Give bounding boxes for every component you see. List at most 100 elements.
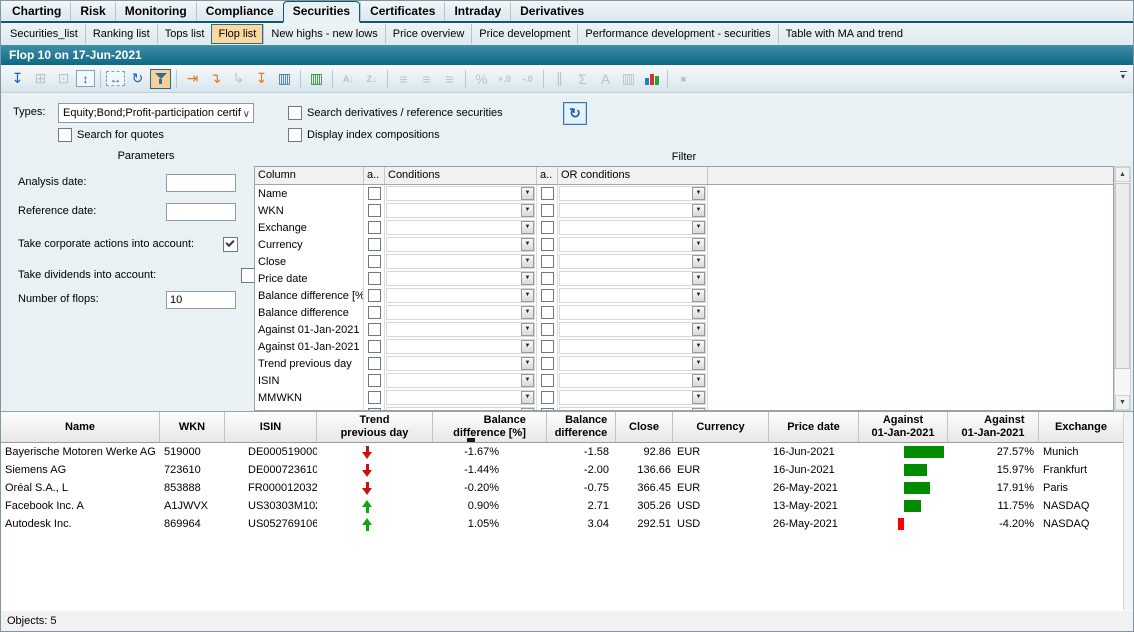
filter-or-checkbox[interactable] bbox=[541, 221, 554, 234]
filter-and-checkbox[interactable] bbox=[368, 323, 381, 336]
column-header-price-date[interactable]: Price date bbox=[769, 412, 859, 442]
filter-and-checkbox[interactable] bbox=[368, 306, 381, 319]
scrollbar-thumb[interactable] bbox=[1115, 183, 1130, 369]
chevron-down-icon[interactable]: ▼ bbox=[521, 357, 534, 370]
tab-charting[interactable]: Charting bbox=[3, 2, 70, 21]
filter-and-checkbox[interactable] bbox=[368, 204, 381, 217]
filter-or-condition-select[interactable]: ▼ bbox=[559, 373, 706, 388]
chevron-down-icon[interactable]: ▼ bbox=[521, 340, 534, 353]
chevron-down-icon[interactable]: ▼ bbox=[521, 289, 534, 302]
filter-or-checkbox[interactable] bbox=[541, 357, 554, 370]
toolbar-overflow-icon[interactable]: ▾ bbox=[1117, 71, 1129, 80]
fit-height-icon[interactable]: ↕ bbox=[76, 70, 95, 87]
chevron-down-icon[interactable]: ▼ bbox=[521, 221, 534, 234]
filter-or-condition-select[interactable]: ▼ bbox=[559, 339, 706, 354]
chevron-down-icon[interactable]: ▼ bbox=[692, 306, 705, 319]
filter-or-condition-select[interactable]: ▼ bbox=[559, 322, 706, 337]
filter-row-column-label[interactable]: WKN bbox=[255, 202, 364, 219]
subtab-flop-list[interactable]: Flop list bbox=[211, 24, 263, 44]
filter-icon[interactable] bbox=[150, 69, 171, 89]
reference-date-field[interactable] bbox=[166, 203, 236, 221]
chevron-down-icon[interactable]: ▼ bbox=[521, 238, 534, 251]
filter-and-checkbox[interactable] bbox=[368, 187, 381, 200]
chevron-down-icon[interactable]: ▼ bbox=[692, 221, 705, 234]
column-header-against-pct[interactable]: Against 01-Jan-2021 bbox=[948, 412, 1039, 442]
filter-condition-select[interactable]: ▼ bbox=[386, 186, 535, 201]
scroll-up-icon[interactable]: ▲ bbox=[1115, 167, 1130, 182]
filter-and-checkbox[interactable] bbox=[368, 289, 381, 302]
filter-condition-select[interactable]: ▼ bbox=[386, 220, 535, 235]
column-header-exchange[interactable]: Exchange bbox=[1039, 412, 1123, 442]
filter-row-column-label[interactable]: ISIN bbox=[255, 372, 364, 389]
filter-row-column-label[interactable]: Exchange bbox=[255, 219, 364, 236]
tab-certificates[interactable]: Certificates bbox=[360, 2, 444, 21]
filter-or-checkbox[interactable] bbox=[541, 374, 554, 387]
filter-condition-select[interactable]: ▼ bbox=[386, 339, 535, 354]
chart-icon[interactable] bbox=[641, 69, 662, 89]
chevron-down-icon[interactable]: ▼ bbox=[521, 255, 534, 268]
filter-scrollbar[interactable]: ▲ ▼ bbox=[1114, 166, 1131, 411]
filter-condition-select[interactable]: ▼ bbox=[386, 356, 535, 371]
filter-and-checkbox[interactable] bbox=[368, 340, 381, 353]
subtab-price-development[interactable]: Price development bbox=[471, 24, 577, 44]
filter-or-condition-select[interactable]: ▼ bbox=[559, 237, 706, 252]
chevron-down-icon[interactable]: ▼ bbox=[521, 204, 534, 217]
chevron-down-icon[interactable]: ▼ bbox=[692, 255, 705, 268]
subtab-price-overview[interactable]: Price overview bbox=[385, 24, 472, 44]
filter-or-checkbox[interactable] bbox=[541, 340, 554, 353]
column-header-close[interactable]: Close bbox=[616, 412, 673, 442]
analysis-date-field[interactable] bbox=[166, 174, 236, 192]
filter-condition-select[interactable]: ▼ bbox=[386, 237, 535, 252]
filter-or-condition-select[interactable]: ▼ bbox=[559, 356, 706, 371]
filter-or-checkbox[interactable] bbox=[541, 272, 554, 285]
chevron-down-icon[interactable]: ▼ bbox=[692, 204, 705, 217]
column-header-isin[interactable]: ISIN bbox=[225, 412, 317, 442]
filter-or-checkbox[interactable] bbox=[541, 238, 554, 251]
subtab-securities-list[interactable]: Securities_list bbox=[3, 24, 85, 44]
chevron-down-icon[interactable]: ▼ bbox=[692, 187, 705, 200]
filter-row-column-label[interactable]: Price date bbox=[255, 270, 364, 287]
tab-monitoring[interactable]: Monitoring bbox=[115, 2, 196, 21]
filter-condition-select[interactable]: ▼ bbox=[386, 305, 535, 320]
chevron-down-icon[interactable]: ▼ bbox=[692, 374, 705, 387]
table-row[interactable]: Facebook Inc. A A1JWVX US30303M1027 0.90… bbox=[1, 497, 1123, 515]
chevron-down-icon[interactable]: ▼ bbox=[521, 323, 534, 336]
subtab-ranking-list[interactable]: Ranking list bbox=[85, 24, 157, 44]
chevron-down-icon[interactable]: ▼ bbox=[692, 340, 705, 353]
filter-row-column-label[interactable]: Balance difference bbox=[255, 304, 364, 321]
filter-row-column-label[interactable]: Against 01-Jan-2021 bbox=[255, 338, 364, 355]
filter-row-column-label[interactable]: MMWKN bbox=[255, 389, 364, 406]
chevron-down-icon[interactable]: ∨ bbox=[243, 106, 250, 123]
table-row[interactable]: Autodesk Inc. 869964 US0527691069 1.05% … bbox=[1, 515, 1123, 533]
sort-insert-icon[interactable]: ↧ bbox=[251, 69, 272, 89]
search-derivatives-checkbox[interactable] bbox=[288, 106, 302, 120]
filter-and-checkbox[interactable] bbox=[368, 374, 381, 387]
export-icon[interactable]: ↧ bbox=[7, 69, 28, 89]
filter-condition-select[interactable]: ▼ bbox=[386, 203, 535, 218]
filter-or-condition-select[interactable]: ▼ bbox=[559, 271, 706, 286]
filter-or-checkbox[interactable] bbox=[541, 187, 554, 200]
filter-condition-select[interactable]: ▼ bbox=[386, 271, 535, 286]
chevron-down-icon[interactable]: ▼ bbox=[521, 272, 534, 285]
filter-row-column-label[interactable]: Currency bbox=[255, 236, 364, 253]
filter-row-column-label[interactable]: Balance difference [%] bbox=[255, 287, 364, 304]
filter-or-condition-select[interactable]: ▼ bbox=[559, 305, 706, 320]
filter-row-column-label[interactable]: Against 01-Jan-2021 bbox=[255, 321, 364, 338]
filter-and-checkbox[interactable] bbox=[368, 391, 381, 404]
insert-row-icon[interactable]: ↴ bbox=[205, 69, 226, 89]
filter-condition-select[interactable]: ▼ bbox=[386, 373, 535, 388]
tab-derivatives[interactable]: Derivatives bbox=[510, 2, 593, 21]
subtab-tops-list[interactable]: Tops list bbox=[157, 24, 212, 44]
tab-intraday[interactable]: Intraday bbox=[444, 2, 510, 21]
table-row[interactable]: Oréal S.A., L 853888 FR0000120321 -0.20%… bbox=[1, 479, 1123, 497]
subtab-table-with-ma-and-trend[interactable]: Table with MA and trend bbox=[778, 24, 910, 44]
tab-risk[interactable]: Risk bbox=[70, 2, 114, 21]
corporate-actions-checkbox[interactable] bbox=[223, 237, 238, 252]
fit-width-icon[interactable]: ↔ bbox=[106, 71, 125, 86]
chevron-down-icon[interactable]: ▼ bbox=[521, 306, 534, 319]
column-header-trend[interactable]: Trend previous day bbox=[317, 412, 433, 442]
filter-and-checkbox[interactable] bbox=[368, 221, 381, 234]
column-header-against-bar[interactable]: Against 01-Jan-2021 bbox=[859, 412, 948, 442]
filter-or-checkbox[interactable] bbox=[541, 255, 554, 268]
column-header-balance-difference-pct[interactable]: Balance difference [%] bbox=[433, 412, 547, 442]
